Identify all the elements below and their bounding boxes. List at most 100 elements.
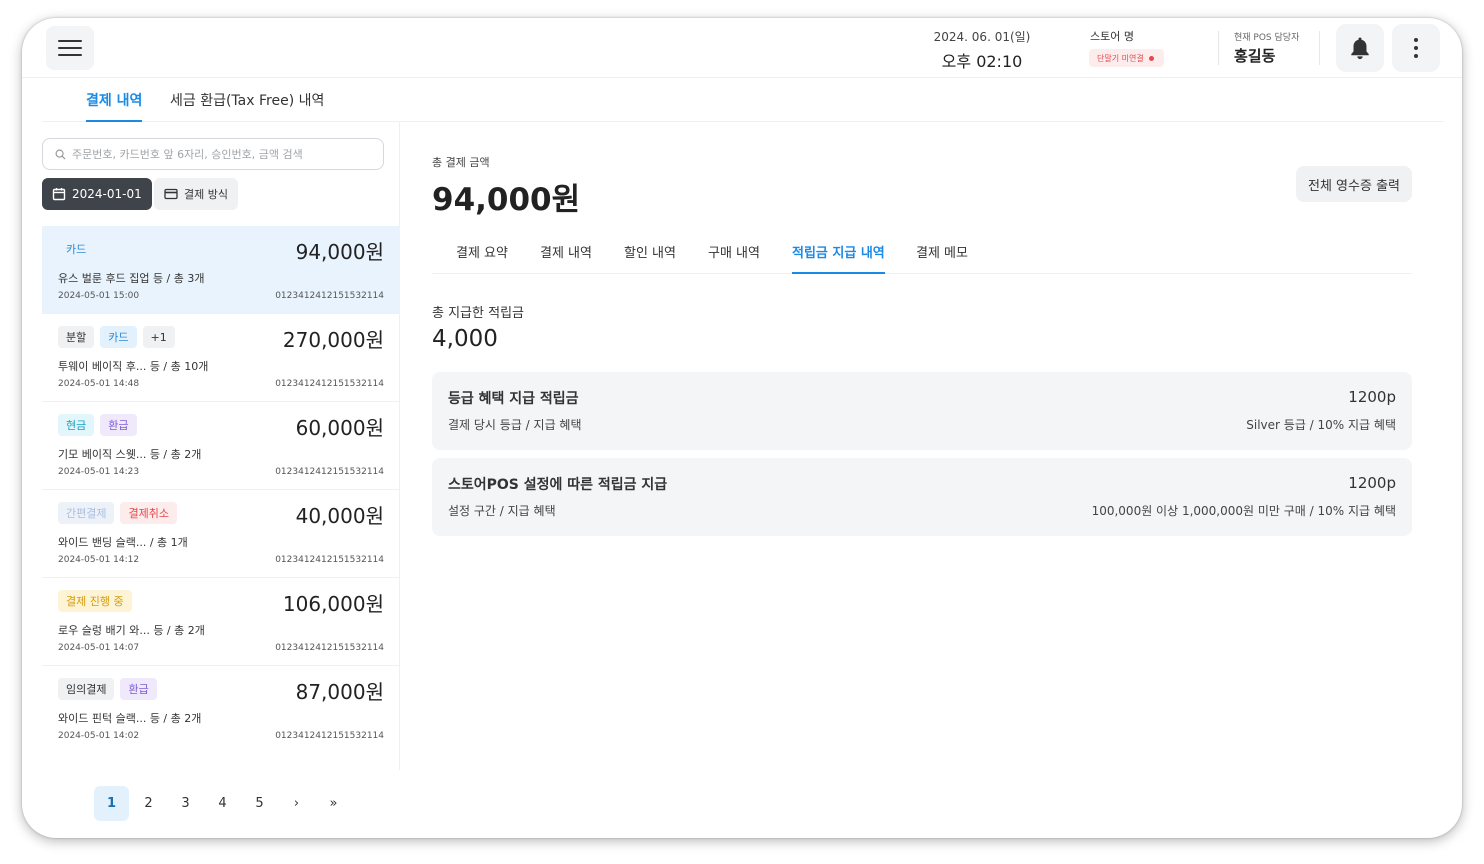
header-time: 오후 02:10 xyxy=(941,52,1023,71)
total-payment-amount: 94,000원 xyxy=(432,182,581,218)
tab-purchases[interactable]: 구매 내역 xyxy=(708,242,760,274)
transaction-code: 0123412412151532114 xyxy=(275,731,384,741)
transaction-description: 로우 슬렁 배기 와... 등 / 총 2개 xyxy=(58,624,205,637)
transaction-time: 2024-05-01 14:07 xyxy=(58,643,140,653)
payment-tag-refund: 환급 xyxy=(100,414,137,436)
transaction-item[interactable]: 현금 환급 60,000원 기모 베이직 스웻... 등 / 총 2개 2024… xyxy=(42,402,400,490)
search-placeholder: 주문번호, 카드번호 앞 6자리, 승인번호, 금액 검색 xyxy=(72,148,303,161)
tab-discounts[interactable]: 할인 내역 xyxy=(624,242,676,274)
transaction-description: 투웨이 베이직 후... 등 / 총 10개 xyxy=(58,360,209,373)
pos-manager-label: 현재 POS 담당자 xyxy=(1234,33,1300,43)
transaction-item[interactable]: 분할 카드 +1 270,000원 투웨이 베이직 후... 등 / 총 10개… xyxy=(42,314,400,402)
transaction-description: 와이드 밴딩 슬랙... / 총 1개 xyxy=(58,536,188,549)
pagination: 1 2 3 4 5 › » xyxy=(94,786,351,821)
payment-tag-refund: 환급 xyxy=(120,678,157,700)
date-filter-button[interactable]: 2024-01-01 xyxy=(42,178,152,210)
transaction-code: 0123412412151532114 xyxy=(275,379,384,389)
payment-tag-card: 카드 xyxy=(100,326,137,348)
transaction-time: 2024-05-01 14:12 xyxy=(58,555,140,565)
tab-payment-history[interactable]: 결제 내역 xyxy=(86,90,143,122)
transaction-code: 0123412412151532114 xyxy=(275,291,384,301)
points-card-subtitle: 설정 구간 / 지급 혜택 xyxy=(448,504,556,518)
transaction-item[interactable]: 임의결제 환급 87,000원 와이드 핀턱 슬랙... 등 / 총 2개 20… xyxy=(42,666,400,754)
tab-payment-memo[interactable]: 결제 메모 xyxy=(916,242,968,274)
total-payment-label: 총 결제 금액 xyxy=(432,156,490,169)
transaction-time: 2024-05-01 14:02 xyxy=(58,731,140,741)
tab-payment-summary[interactable]: 결제 요약 xyxy=(456,242,508,274)
payment-tag-card: 카드 xyxy=(66,243,87,256)
points-card-detail: Silver 등급 / 10% 지급 혜택 xyxy=(1246,418,1396,432)
page-3-button[interactable]: 3 xyxy=(168,786,203,821)
more-options-button[interactable] xyxy=(1392,24,1440,72)
header-date: 2024. 06. 01(일) xyxy=(933,30,1031,44)
transaction-description: 유스 벌룬 후드 집업 등 / 총 3개 xyxy=(58,272,205,285)
payment-method-filter-label: 결제 방식 xyxy=(184,188,228,201)
points-card: 스토어POS 설정에 따른 적립금 지급 1200p 설정 구간 / 지급 혜택… xyxy=(432,458,1412,536)
transaction-item[interactable]: 카드 94,000원 유스 벌룬 후드 집업 등 / 총 3개 2024-05-… xyxy=(42,226,400,314)
points-card-detail: 100,000원 이상 1,000,000원 미만 구매 / 10% 지급 혜택 xyxy=(1091,504,1396,518)
payment-tag-split: 분할 xyxy=(58,326,95,348)
transaction-item[interactable]: 간편결제 결제취소 40,000원 와이드 밴딩 슬랙... / 총 1개 20… xyxy=(42,490,400,578)
payment-tag-in-progress: 결제 진행 중 xyxy=(58,590,132,612)
transaction-list: 카드 94,000원 유스 벌룬 후드 집업 등 / 총 3개 2024-05-… xyxy=(42,226,400,754)
search-icon xyxy=(55,149,66,160)
store-name-label: 스토어 명 xyxy=(1090,30,1134,43)
transaction-time: 2024-05-01 14:23 xyxy=(58,467,140,477)
total-points-label: 총 지급한 적립금 xyxy=(432,306,524,321)
payment-tag-easy-pay: 간편결제 xyxy=(58,502,115,524)
transaction-item[interactable]: 결제 진행 중 106,000원 로우 슬렁 배기 와... 등 / 총 2개 … xyxy=(42,578,400,666)
page-2-button[interactable]: 2 xyxy=(131,786,166,821)
transaction-description: 기모 베이직 스웻... 등 / 총 2개 xyxy=(58,448,202,461)
terminal-status-badge: 단말기 미연결 xyxy=(1089,49,1164,67)
credit-card-icon xyxy=(164,188,178,200)
chevron-right-icon[interactable]: › xyxy=(279,786,314,821)
calendar-icon xyxy=(52,188,66,201)
page-5-button[interactable]: 5 xyxy=(242,786,277,821)
top-tab-bar: 결제 내역 세금 환급(Tax Free) 내역 xyxy=(42,78,1444,122)
transaction-description: 와이드 핀턱 슬랙... 등 / 총 2개 xyxy=(58,712,202,725)
menu-icon xyxy=(58,40,82,57)
app-frame: 2024. 06. 01(일) 오후 02:10 스토어 명 단말기 미연결 현… xyxy=(22,18,1462,838)
page-4-button[interactable]: 4 xyxy=(205,786,240,821)
points-card-title: 스토어POS 설정에 따른 적립금 지급 xyxy=(448,477,668,493)
more-vertical-icon xyxy=(1414,38,1418,58)
payment-method-filter-button[interactable]: 결제 방식 xyxy=(154,178,238,210)
menu-button[interactable] xyxy=(46,26,94,70)
top-header: 2024. 06. 01(일) 오후 02:10 스토어 명 단말기 미연결 현… xyxy=(22,18,1462,78)
points-card-amount: 1200p xyxy=(1348,388,1396,406)
transaction-amount: 40,000원 xyxy=(295,504,384,528)
date-filter-label: 2024-01-01 xyxy=(72,187,142,201)
divider xyxy=(1218,31,1219,65)
detail-tab-bar: 결제 요약 결제 내역 할인 내역 구매 내역 적립금 지급 내역 결제 메모 xyxy=(432,232,1412,274)
print-all-receipts-button[interactable]: 전체 영수증 출력 xyxy=(1296,166,1412,202)
transaction-amount: 94,000원 xyxy=(295,240,384,264)
points-card-subtitle: 결제 당시 등급 / 지급 혜택 xyxy=(448,418,582,432)
terminal-status-text: 단말기 미연결 xyxy=(1097,53,1144,63)
total-points-value: 4,000 xyxy=(432,326,498,352)
status-dot-icon xyxy=(1148,55,1154,61)
payment-tag-manual: 임의결제 xyxy=(58,678,115,700)
transaction-code: 0123412412151532114 xyxy=(275,467,384,477)
payment-tag-more: +1 xyxy=(142,326,175,348)
transaction-code: 0123412412151532114 xyxy=(275,643,384,653)
payment-tag-cancelled: 결제취소 xyxy=(120,502,177,524)
points-card-title: 등급 혜택 지급 적립금 xyxy=(448,391,579,407)
transaction-time: 2024-05-01 15:00 xyxy=(58,291,140,301)
points-card-amount: 1200p xyxy=(1348,474,1396,492)
transaction-time: 2024-05-01 14:48 xyxy=(58,379,140,389)
notification-button[interactable] xyxy=(1336,24,1384,72)
payment-tag-cash: 현금 xyxy=(58,414,95,436)
tab-tax-free-history[interactable]: 세금 환급(Tax Free) 내역 xyxy=(170,90,324,122)
transaction-amount: 106,000원 xyxy=(282,592,384,616)
page-1-button[interactable]: 1 xyxy=(94,786,129,821)
bell-icon xyxy=(1351,37,1369,60)
search-input[interactable]: 주문번호, 카드번호 앞 6자리, 승인번호, 금액 검색 xyxy=(42,138,384,170)
transaction-panel: 주문번호, 카드번호 앞 6자리, 승인번호, 금액 검색 2024-01-01… xyxy=(42,122,400,770)
transaction-code: 0123412412151532114 xyxy=(275,555,384,565)
double-chevron-right-icon[interactable]: » xyxy=(316,786,351,821)
transaction-amount: 60,000원 xyxy=(295,416,384,440)
points-card: 등급 혜택 지급 적립금 1200p 결제 당시 등급 / 지급 혜택 Silv… xyxy=(432,372,1412,450)
pos-manager-name: 홍길동 xyxy=(1234,47,1276,65)
tab-payment-details[interactable]: 결제 내역 xyxy=(540,242,592,274)
tab-points-issued[interactable]: 적립금 지급 내역 xyxy=(792,242,885,274)
